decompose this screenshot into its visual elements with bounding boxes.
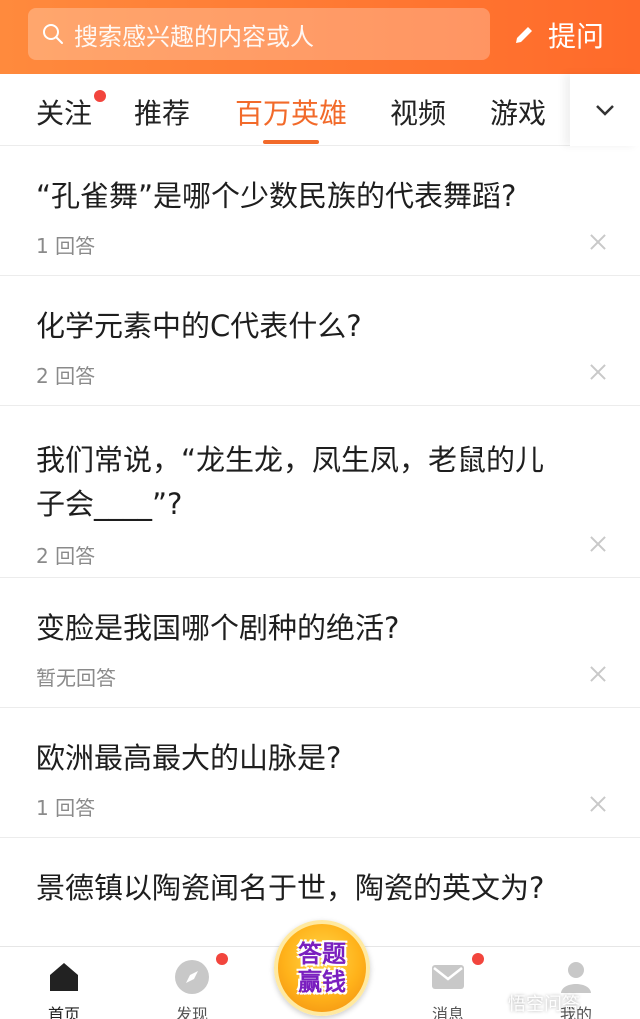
answer-count: 1 回答 — [36, 796, 96, 820]
answer-count: 2 回答 — [36, 364, 96, 388]
tab-recommend[interactable]: 推荐 — [134, 92, 190, 132]
question-item[interactable]: “孔雀舞”是哪个少数民族的代表舞蹈? 1 回答 — [0, 146, 640, 276]
search-icon — [43, 24, 63, 44]
home-icon — [50, 963, 78, 991]
question-item[interactable]: 变脸是我国哪个剧种的绝活? 暂无回答 — [0, 578, 640, 708]
tab-label: 视频 — [390, 97, 447, 130]
ask-label: 提问 — [548, 20, 605, 53]
more-tabs-button[interactable] — [570, 74, 640, 146]
question-title: “孔雀舞”是哪个少数民族的代表舞蹈? — [36, 179, 517, 213]
chevron-down-icon — [596, 105, 614, 116]
question-title: 景德镇以陶瓷闻名于世，陶瓷的英文为? — [36, 871, 545, 905]
question-item[interactable]: 化学元素中的C代表什么? 2 回答 — [0, 276, 640, 406]
question-title: 化学元素中的C代表什么? — [36, 309, 362, 343]
notification-dot — [94, 90, 106, 102]
question-title: 变脸是我国哪个剧种的绝活? — [36, 611, 400, 645]
promo-line-2: 赢钱 — [298, 968, 346, 996]
tab-label: 游戏 — [490, 97, 547, 130]
message-icon — [432, 965, 464, 989]
search-bar[interactable]: 搜索感兴趣的内容或人 — [28, 8, 490, 60]
tab-games[interactable]: 游戏 — [490, 92, 546, 132]
close-icon[interactable] — [588, 232, 608, 252]
close-icon[interactable] — [588, 664, 608, 684]
watermark: 悟空问答 — [508, 994, 580, 1015]
tab-follow[interactable]: 关注 — [36, 90, 106, 132]
question-item[interactable]: 欧洲最高最大的山脉是? 1 回答 — [0, 708, 640, 838]
answer-count: 暂无回答 — [36, 666, 116, 690]
nav-label: 发现 — [175, 1005, 208, 1019]
compass-icon — [175, 960, 209, 994]
close-icon[interactable] — [588, 534, 608, 554]
tab-million-hero[interactable]: 百万英雄 — [235, 92, 348, 144]
question-list: “孔雀舞”是哪个少数民族的代表舞蹈? 1 回答 化学元素中的C代表什么? 2 回… — [0, 146, 640, 958]
top-header: 搜索感兴趣的内容或人 提问 — [0, 0, 640, 74]
notification-dot — [472, 953, 484, 965]
search-placeholder: 搜索感兴趣的内容或人 — [74, 22, 314, 51]
answer-win-money-button[interactable]: 答题 赢钱 — [274, 920, 370, 1016]
nav-label: 首页 — [47, 1005, 80, 1019]
question-title: 欧洲最高最大的山脉是? — [36, 741, 342, 775]
tab-video[interactable]: 视频 — [390, 92, 446, 132]
nav-home[interactable]: 首页 — [14, 947, 114, 1019]
active-tab-indicator — [263, 140, 320, 144]
close-icon[interactable] — [588, 362, 608, 382]
answer-count: 1 回答 — [36, 234, 96, 258]
ask-question-button[interactable]: 提问 — [512, 10, 622, 60]
question-item[interactable]: 我们常说，“龙生龙，凤生凤，老鼠的儿子会____”? 2 回答 — [0, 406, 640, 578]
nav-label: 消息 — [431, 1005, 464, 1019]
question-title: 我们常说，“龙生龙，凤生凤，老鼠的儿子会____”? — [36, 443, 545, 521]
tab-label: 推荐 — [134, 97, 191, 130]
nav-messages[interactable]: 消息 — [398, 947, 498, 1019]
notification-dot — [216, 953, 228, 965]
pencil-icon — [516, 27, 532, 43]
promo-line-1: 答题 — [298, 940, 346, 968]
category-tabs: 关注 推荐 百万英雄 视频 游戏 — [0, 74, 640, 146]
tab-label: 百万英雄 — [235, 97, 348, 130]
tab-label: 关注 — [36, 97, 93, 130]
close-icon[interactable] — [588, 794, 608, 814]
nav-discover[interactable]: 发现 — [142, 947, 242, 1019]
answer-count: 2 回答 — [36, 544, 96, 568]
